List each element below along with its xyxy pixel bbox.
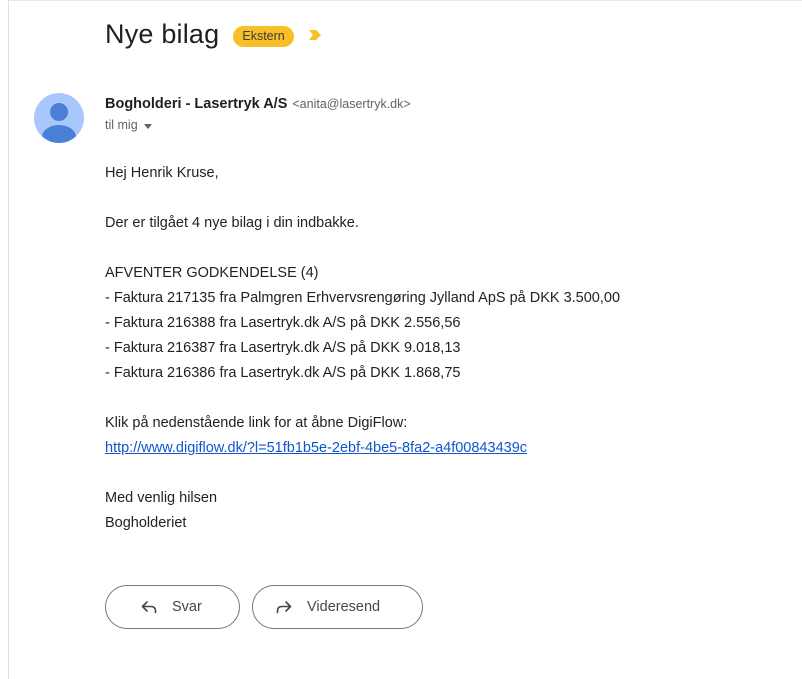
default-person-avatar-icon <box>42 103 76 143</box>
reply-button[interactable]: Svar <box>105 585 240 629</box>
forward-button[interactable]: Videresend <box>252 585 423 629</box>
invoice-item: - Faktura 216387 fra Lasertryk.dk A/S på… <box>105 340 461 356</box>
intro-text: Der er tilgået 4 nye bilag i din indbakk… <box>105 215 359 231</box>
chevron-down-icon[interactable] <box>143 123 152 129</box>
external-badge[interactable]: Ekstern <box>233 26 294 47</box>
importance-marker-icon[interactable] <box>308 28 322 46</box>
digiflow-link[interactable]: http://www.digiflow.dk/?l=51fb1b5e-2ebf-… <box>105 440 527 456</box>
recipient-label: til mig <box>105 118 138 132</box>
email-view: Nye bilag Ekstern Bogholderi - Lasertryk… <box>8 0 802 679</box>
section-heading: AFVENTER GODKENDELSE (4) <box>105 265 319 281</box>
link-intro: Klik på nedenstående link for at åbne Di… <box>105 415 408 431</box>
forward-icon <box>275 598 293 616</box>
email-subject: Nye bilag <box>105 19 220 49</box>
signature: Bogholderiet <box>105 515 187 531</box>
sender-name[interactable]: Bogholderi - Lasertryk A/S <box>105 96 287 112</box>
reply-label: Svar <box>172 599 202 615</box>
message-actions: Svar Videresend <box>105 585 423 629</box>
forward-label: Videresend <box>307 599 381 615</box>
recipient-details-toggle[interactable]: til mig <box>105 118 411 132</box>
message-body: Hej Henrik Kruse, Der er tilgået 4 nye b… <box>105 161 620 536</box>
sender-block: Bogholderi - Lasertryk A/S <anita@lasert… <box>105 96 411 132</box>
sender-avatar[interactable] <box>34 93 84 143</box>
subject-row: Nye bilag Ekstern <box>105 19 322 50</box>
invoice-item: - Faktura 216386 fra Lasertryk.dk A/S på… <box>105 365 461 381</box>
greeting: Hej Henrik Kruse, <box>105 165 219 181</box>
invoice-item: - Faktura 217135 fra Palmgren Erhvervsre… <box>105 290 621 306</box>
sender-email: <anita@lasertryk.dk> <box>292 97 411 111</box>
closing: Med venlig hilsen <box>105 490 218 506</box>
invoice-item: - Faktura 216388 fra Lasertryk.dk A/S på… <box>105 315 461 331</box>
reply-icon <box>140 598 158 616</box>
